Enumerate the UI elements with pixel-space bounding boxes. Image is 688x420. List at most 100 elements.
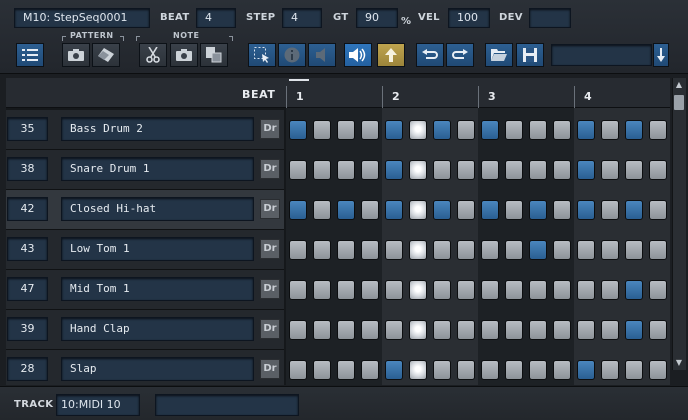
- step-cell[interactable]: [361, 360, 379, 380]
- note-number-field[interactable]: 39: [7, 317, 48, 341]
- step-cell[interactable]: [505, 240, 523, 260]
- step-cell[interactable]: [601, 360, 619, 380]
- step-cell[interactable]: [457, 200, 475, 220]
- step-cell[interactable]: [625, 320, 643, 340]
- step-cell[interactable]: [361, 320, 379, 340]
- step-cell[interactable]: [481, 360, 499, 380]
- step-cell[interactable]: [289, 160, 307, 180]
- step-cell[interactable]: [337, 160, 355, 180]
- select-tool-button[interactable]: [248, 43, 276, 67]
- step-cell[interactable]: [457, 360, 475, 380]
- step-cell[interactable]: [409, 360, 427, 380]
- beat-input[interactable]: 4: [196, 8, 236, 28]
- step-cell[interactable]: [625, 280, 643, 300]
- preset-field[interactable]: [551, 44, 652, 66]
- step-cell[interactable]: [409, 160, 427, 180]
- step-cell[interactable]: [409, 320, 427, 340]
- step-cell[interactable]: [385, 120, 403, 140]
- step-cell[interactable]: [553, 120, 571, 140]
- step-cell[interactable]: [385, 160, 403, 180]
- step-cell[interactable]: [289, 200, 307, 220]
- step-cell[interactable]: [529, 240, 547, 260]
- step-cell[interactable]: [313, 280, 331, 300]
- step-cell[interactable]: [553, 320, 571, 340]
- step-cell[interactable]: [433, 280, 451, 300]
- scroll-up-icon[interactable]: ▲: [672, 78, 686, 92]
- step-cell[interactable]: [289, 120, 307, 140]
- step-cell[interactable]: [481, 200, 499, 220]
- step-cell[interactable]: [649, 280, 667, 300]
- step-cell[interactable]: [361, 200, 379, 220]
- step-cell[interactable]: [337, 280, 355, 300]
- step-cell[interactable]: [649, 200, 667, 220]
- step-cell[interactable]: [529, 280, 547, 300]
- step-cell[interactable]: [649, 240, 667, 260]
- step-cell[interactable]: [577, 360, 595, 380]
- step-cell[interactable]: [361, 240, 379, 260]
- preset-dropdown-button[interactable]: [653, 43, 669, 67]
- step-cell[interactable]: [289, 360, 307, 380]
- gate-input[interactable]: 90: [356, 8, 398, 28]
- step-cell[interactable]: [457, 240, 475, 260]
- mute-speaker-button[interactable]: [308, 43, 336, 67]
- instrument-row[interactable]: 43 Low Tom 1 Dr: [6, 230, 670, 270]
- step-cell[interactable]: [289, 240, 307, 260]
- drum-mode-button[interactable]: Dr: [260, 199, 280, 219]
- list-view-button[interactable]: [16, 43, 44, 67]
- step-cell[interactable]: [313, 240, 331, 260]
- step-cell[interactable]: [625, 360, 643, 380]
- step-cell[interactable]: [457, 120, 475, 140]
- step-cell[interactable]: [457, 320, 475, 340]
- instrument-name-field[interactable]: Bass Drum 2: [61, 117, 254, 141]
- note-number-field[interactable]: 38: [7, 157, 48, 181]
- step-cell[interactable]: [457, 280, 475, 300]
- instrument-name-field[interactable]: Mid Tom 1: [61, 277, 254, 301]
- note-number-field[interactable]: 28: [7, 357, 48, 381]
- velocity-input[interactable]: 100: [448, 8, 490, 28]
- note-number-field[interactable]: 43: [7, 237, 48, 261]
- step-cell[interactable]: [505, 360, 523, 380]
- drum-mode-button[interactable]: Dr: [260, 159, 280, 179]
- step-cell[interactable]: [505, 160, 523, 180]
- step-cell[interactable]: [337, 240, 355, 260]
- step-cell[interactable]: [553, 280, 571, 300]
- drum-mode-button[interactable]: Dr: [260, 239, 280, 259]
- step-cell[interactable]: [313, 200, 331, 220]
- step-cell[interactable]: [529, 160, 547, 180]
- instrument-name-field[interactable]: Low Tom 1: [61, 237, 254, 261]
- step-cell[interactable]: [601, 200, 619, 220]
- step-cell[interactable]: [625, 120, 643, 140]
- step-cell[interactable]: [577, 320, 595, 340]
- vertical-scrollbar[interactable]: [672, 78, 686, 370]
- step-cell[interactable]: [433, 240, 451, 260]
- step-cell[interactable]: [529, 200, 547, 220]
- audition-speaker-button[interactable]: [344, 43, 372, 67]
- step-cell[interactable]: [577, 160, 595, 180]
- step-cell[interactable]: [313, 320, 331, 340]
- deviation-input[interactable]: [529, 8, 571, 28]
- instrument-row[interactable]: 47 Mid Tom 1 Dr: [6, 270, 670, 310]
- instrument-row[interactable]: 35 Bass Drum 2 Dr: [6, 110, 670, 150]
- step-cell[interactable]: [505, 320, 523, 340]
- track-name-field[interactable]: [155, 394, 299, 416]
- step-cell[interactable]: [337, 120, 355, 140]
- pattern-capture-button[interactable]: [62, 43, 90, 67]
- step-cell[interactable]: [385, 240, 403, 260]
- instrument-name-field[interactable]: Slap: [61, 357, 254, 381]
- step-cell[interactable]: [409, 200, 427, 220]
- step-cell[interactable]: [625, 200, 643, 220]
- drum-mode-button[interactable]: Dr: [260, 119, 280, 139]
- step-cell[interactable]: [553, 240, 571, 260]
- step-cell[interactable]: [481, 280, 499, 300]
- step-cell[interactable]: [601, 280, 619, 300]
- step-cell[interactable]: [313, 360, 331, 380]
- step-cell[interactable]: [577, 240, 595, 260]
- drum-mode-button[interactable]: Dr: [260, 359, 280, 379]
- sequence-name-field[interactable]: M10: StepSeq0001: [14, 8, 150, 28]
- step-cell[interactable]: [625, 240, 643, 260]
- step-cell[interactable]: [361, 280, 379, 300]
- step-cell[interactable]: [337, 320, 355, 340]
- step-cell[interactable]: [601, 160, 619, 180]
- step-cell[interactable]: [553, 160, 571, 180]
- step-cell[interactable]: [433, 120, 451, 140]
